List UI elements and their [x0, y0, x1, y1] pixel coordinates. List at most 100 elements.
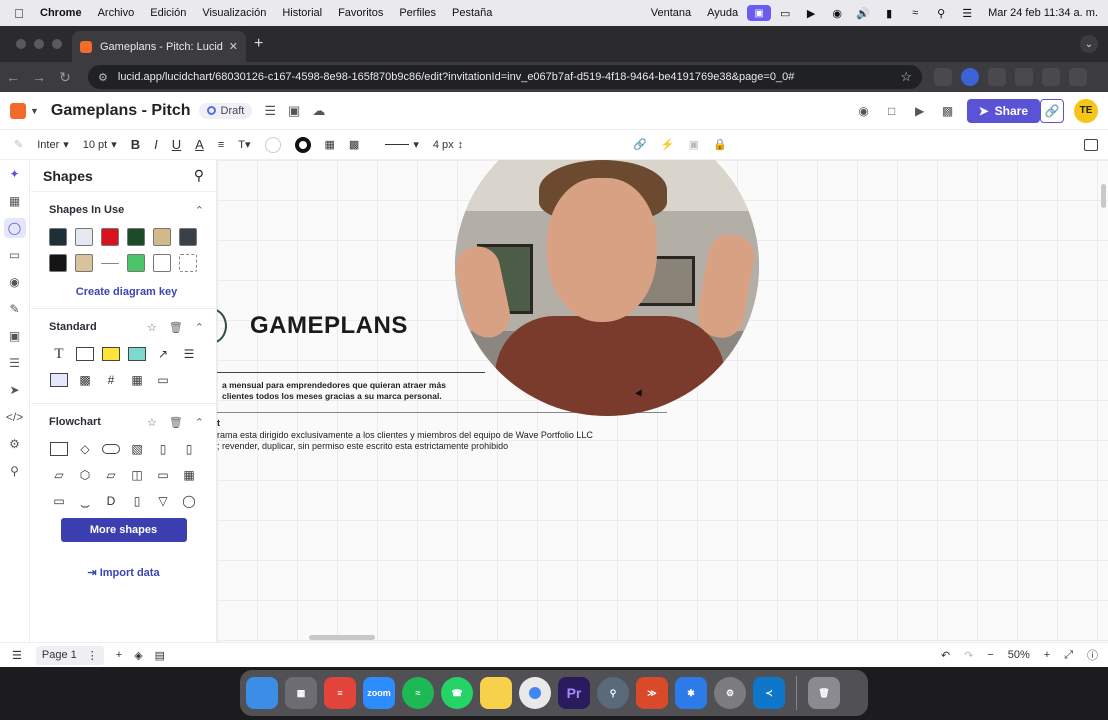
hotspot-shape-icon[interactable] [49, 371, 69, 389]
color-swatch[interactable] [153, 254, 171, 272]
divider-line[interactable] [217, 372, 485, 373]
action-shape-icon[interactable] [127, 345, 147, 363]
color-swatch[interactable] [127, 254, 145, 272]
menu-archivo[interactable]: Archivo [90, 7, 143, 19]
preparation-shape-icon[interactable]: ⬡ [75, 466, 95, 484]
dock-spotify-icon[interactable]: ≈ [402, 677, 434, 709]
page-list-icon[interactable]: ☰ [12, 649, 22, 662]
menu-ventana[interactable]: Ventana [643, 7, 699, 19]
chevron-up-icon[interactable]: ⌃ [195, 416, 204, 429]
multiple-documents-shape-icon[interactable]: ▯ [179, 440, 199, 458]
wifi-icon[interactable]: ≈ [902, 0, 928, 26]
predefined-process-shape-icon[interactable]: ▧ [127, 440, 147, 458]
chevron-up-icon[interactable]: ⌃ [195, 321, 204, 334]
comments-icon[interactable]: □ [883, 102, 901, 120]
redo-icon[interactable]: ↷ [964, 649, 973, 662]
terminator-shape-icon[interactable] [101, 440, 121, 458]
menu-ayuda[interactable]: Ayuda [699, 7, 746, 19]
menu-icon[interactable]: ☰ [264, 103, 276, 119]
fit-screen-icon[interactable]: ⤢ [1064, 649, 1073, 662]
menu-favoritos[interactable]: Favoritos [330, 7, 391, 19]
dock-finder-icon[interactable] [246, 677, 278, 709]
image-icon[interactable]: ▣ [4, 326, 26, 346]
punched-tape-shape-icon[interactable]: ▭ [49, 492, 69, 510]
window-controls[interactable] [16, 39, 62, 49]
airplay-icon[interactable]: ◉ [824, 0, 850, 26]
color-swatch[interactable] [179, 228, 197, 246]
spotlight-search-icon[interactable]: ⚲ [928, 0, 954, 26]
dock-notes-icon[interactable] [480, 677, 512, 709]
shapes-icon[interactable]: ◯ [3, 218, 26, 238]
dock-launchpad-icon[interactable]: ▦ [285, 677, 317, 709]
profile-menu-icon[interactable] [1069, 68, 1087, 86]
lock-icon[interactable]: 🔒 [713, 138, 727, 151]
ai-sparkle-icon[interactable]: ✦ [4, 164, 26, 184]
text-options-icon[interactable]: T▾ [238, 138, 250, 151]
add-page-icon[interactable]: + [116, 649, 122, 661]
color-swatch[interactable] [75, 254, 93, 272]
process-shape-icon[interactable] [49, 440, 69, 458]
menu-edicion[interactable]: Edición [142, 7, 194, 19]
extension-icon[interactable] [1042, 68, 1060, 86]
connector-shape-icon[interactable]: ◯ [179, 492, 199, 510]
line-color-icon[interactable] [294, 136, 311, 153]
magic-wand-icon[interactable]: ✎ [4, 299, 26, 319]
color-swatch[interactable] [153, 228, 171, 246]
decision-shape-icon[interactable]: ◇ [75, 440, 95, 458]
stored-data-shape-icon[interactable]: ▭ [153, 466, 173, 484]
reload-icon[interactable]: ↻ [52, 69, 78, 86]
extension-icon[interactable] [988, 68, 1006, 86]
integrations-icon[interactable]: ⚙ [4, 434, 26, 454]
fill-color-icon[interactable] [264, 136, 281, 153]
data-shape-icon[interactable]: ▱ [49, 466, 69, 484]
apple-icon[interactable]:  [6, 6, 32, 21]
layers-icon[interactable]: ◉ [4, 272, 26, 292]
align-icon[interactable]: ≡ [218, 139, 224, 151]
volume-icon[interactable]: 🔊 [850, 0, 876, 26]
address-bar[interactable]: ⚙ lucid.app/lucidchart/68030126-c167-459… [88, 65, 922, 89]
vertical-scrollbar[interactable] [1101, 184, 1106, 208]
zoom-in-icon[interactable]: + [1044, 649, 1050, 661]
document-shape-icon[interactable]: ▯ [153, 440, 173, 458]
code-block-shape-icon[interactable]: ▩ [75, 371, 95, 389]
zoom-out-icon[interactable]: − [987, 649, 993, 661]
video-call-icon[interactable]: ▩ [939, 102, 957, 120]
diagram-canvas[interactable]: GAMEPLANS a mensual para emprendedores q… [217, 160, 1108, 642]
container-icon[interactable]: ▣ [689, 138, 699, 151]
page-tab[interactable]: Page 1 ⋮ [35, 645, 104, 665]
new-tab-icon[interactable]: + [254, 35, 263, 53]
menu-historial[interactable]: Historial [274, 7, 330, 19]
table-shape-icon[interactable]: ▦ [127, 371, 147, 389]
create-diagram-key-link[interactable]: Create diagram key [49, 286, 204, 298]
manual-operation-shape-icon[interactable]: ⏡ [75, 492, 95, 510]
tab-search-chevron-icon[interactable]: ⌄ [1080, 35, 1098, 53]
code-icon[interactable]: </> [4, 407, 26, 427]
underline-icon[interactable]: U [172, 137, 181, 152]
database-shape-icon[interactable]: ◫ [127, 466, 147, 484]
manual-input-shape-icon[interactable]: ▱ [101, 466, 121, 484]
link-icon[interactable]: 🔗 [633, 138, 647, 151]
gift-icon[interactable]: ▣ [288, 103, 300, 119]
line-style-select[interactable]: ▾ [385, 138, 419, 151]
dock-bitrix-icon[interactable]: ≫ [636, 677, 668, 709]
user-avatar[interactable]: TE [1074, 98, 1098, 123]
copy-link-button[interactable]: 🔗 [1040, 98, 1064, 123]
undo-icon[interactable]: ↶ [941, 649, 950, 662]
action-icon[interactable]: ⚡ [661, 138, 675, 151]
control-center-icon[interactable]: ☰ [954, 0, 980, 26]
line-shape-icon[interactable]: ↗ [153, 345, 173, 363]
dock-settings-icon[interactable]: ⚙ [714, 677, 746, 709]
italic-icon[interactable]: I [154, 137, 158, 152]
line-width-select[interactable]: 4 px ↕ [433, 139, 463, 151]
internal-storage-shape-icon[interactable]: ▦ [179, 466, 199, 484]
menu-visualizacion[interactable]: Visualización [194, 7, 274, 19]
dock-whatsapp-icon[interactable]: ☎ [441, 677, 473, 709]
color-swatch[interactable] [49, 254, 67, 272]
site-info-icon[interactable]: ⚙ [98, 71, 108, 84]
color-swatch[interactable] [179, 254, 197, 272]
screen-share-icon[interactable]: ▣ [746, 0, 772, 26]
off-page-shape-icon[interactable]: ▯ [127, 492, 147, 510]
browser-tab-active[interactable]: Gameplans - Pitch: Lucidchar ✕ [72, 31, 246, 62]
forward-icon[interactable]: → [26, 69, 52, 85]
dock-zoom-icon[interactable]: zoom [363, 677, 395, 709]
